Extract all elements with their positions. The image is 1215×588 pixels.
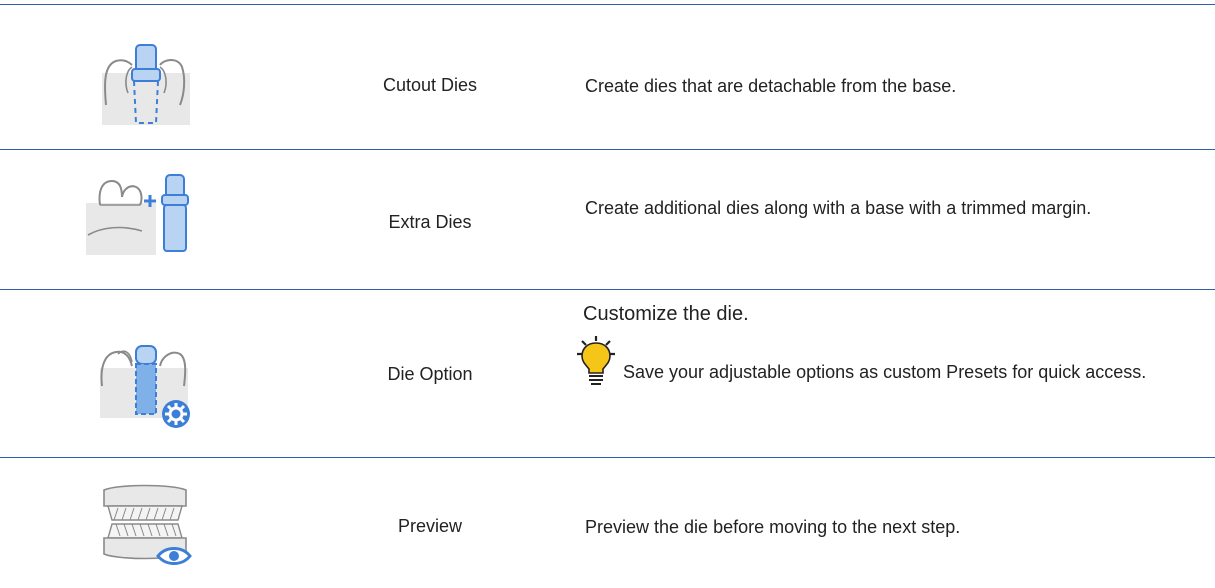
table-row: Preview Preview the die before moving to…	[0, 458, 1215, 588]
row-description-block: Customize the die. Save your adjustable …	[577, 300, 1180, 386]
row-description: Create dies that are detachable from the…	[585, 76, 957, 96]
tip-text: Save your adjustable options as custom P…	[623, 362, 1147, 382]
die-option-icon	[98, 340, 198, 430]
table-row: Die Option Customize the die. Save your …	[0, 290, 1215, 457]
row-description: Preview the die before moving to the nex…	[585, 517, 961, 537]
tip: Save your adjustable options as custom P…	[577, 336, 1180, 386]
row-name: Preview	[397, 516, 463, 536]
row-name: Extra Dies	[388, 212, 472, 232]
row-description: Create additional dies along with a base…	[585, 198, 1092, 218]
preview-icon	[98, 480, 198, 572]
cutout-dies-icon	[98, 43, 198, 127]
row-description: Customize the die.	[583, 303, 749, 325]
table-row: Extra Dies Create additional dies along …	[0, 150, 1215, 289]
table-row: Cutout Dies Create dies that are detacha…	[0, 5, 1215, 149]
extra-dies-icon	[82, 173, 189, 257]
row-name: Die Option	[387, 364, 473, 384]
row-name: Cutout Dies	[382, 75, 478, 95]
lightbulb-icon	[573, 334, 619, 394]
